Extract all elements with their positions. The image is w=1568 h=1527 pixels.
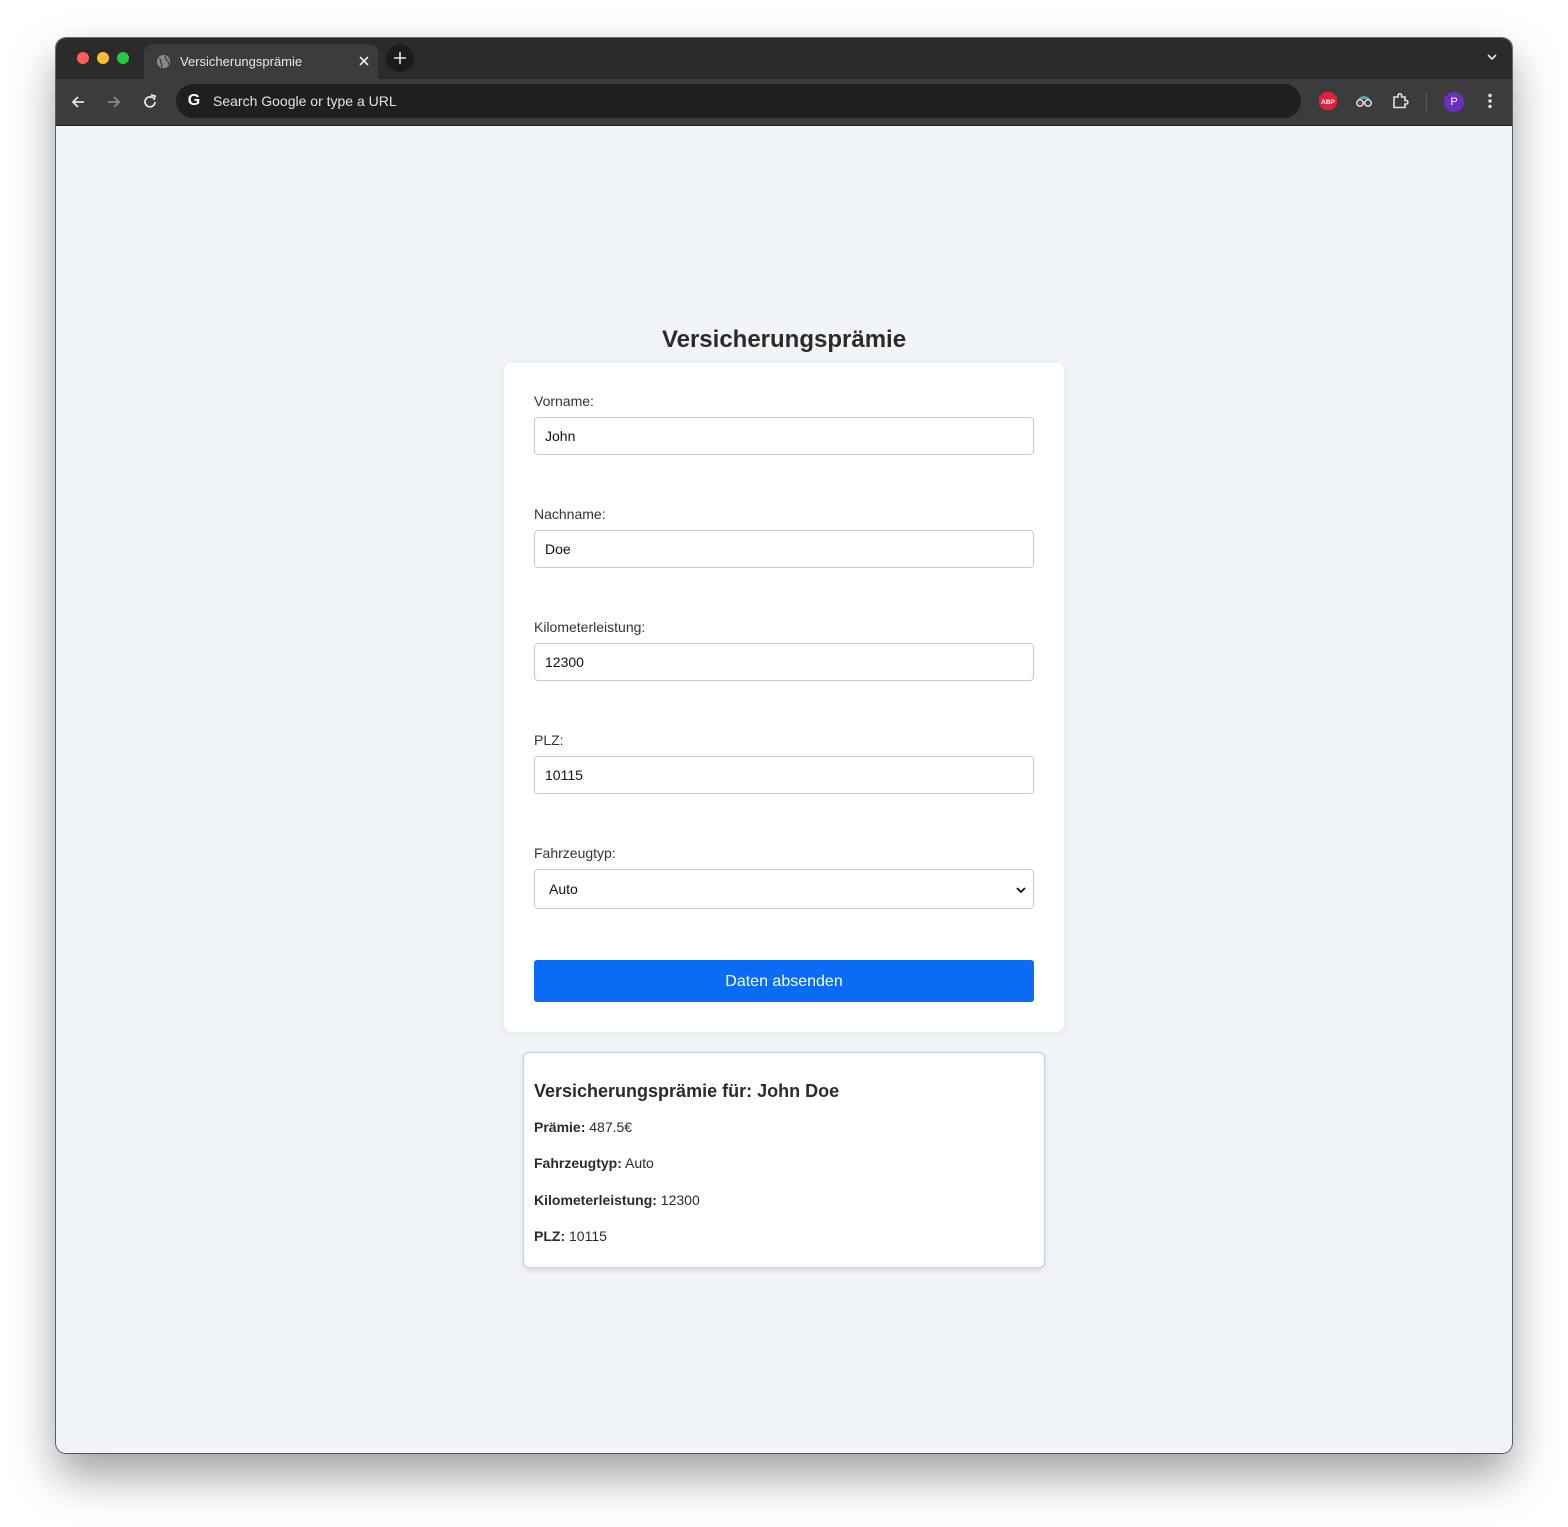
result-card: Versicherungsprämie für: John Doe Prämie… (523, 1052, 1045, 1268)
plus-icon (394, 52, 406, 64)
address-bar[interactable]: G Search Google or type a URL (176, 84, 1301, 118)
maximize-window-button[interactable] (117, 52, 129, 64)
reload-icon[interactable] (140, 92, 160, 112)
result-vehicle-type: Fahrzeugtyp: Auto (534, 1155, 654, 1171)
forward-arrow-icon[interactable] (104, 92, 124, 112)
result-premium: Prämie: 487.5€ (534, 1119, 632, 1135)
svg-text:ABP: ABP (1321, 99, 1335, 106)
browser-window: Versicherungsprämie G Search Google or t… (56, 38, 1512, 1453)
tab-title: Versicherungsprämie (180, 54, 303, 69)
vehicle-type-select[interactable]: Auto (534, 869, 1034, 909)
vehicle-type-selected: Auto (549, 881, 578, 897)
zip-label: PLZ: (534, 732, 564, 748)
last-name-input[interactable]: Doe (534, 530, 1034, 568)
tab-strip: Versicherungsprämie (56, 38, 1512, 79)
result-mileage-value: 12300 (660, 1192, 700, 1208)
profile-avatar[interactable]: P (1444, 92, 1464, 112)
globe-icon (156, 54, 171, 69)
close-icon[interactable] (357, 54, 371, 68)
chevron-down-icon[interactable] (1486, 51, 1498, 63)
more-menu-icon[interactable] (1480, 91, 1500, 111)
toolbar-divider (1426, 93, 1427, 111)
new-tab-button[interactable] (386, 44, 414, 72)
last-name-label: Nachname: (534, 506, 606, 522)
result-vehicle-type-value: Auto (625, 1155, 654, 1171)
result-zip: PLZ: 10115 (534, 1228, 607, 1244)
close-window-button[interactable] (77, 52, 89, 64)
extensions-puzzle-icon[interactable] (1390, 91, 1410, 111)
result-vehicle-type-label: Fahrzeugtyp: (534, 1155, 622, 1171)
result-mileage: Kilometerleistung: 12300 (534, 1192, 700, 1208)
first-name-input[interactable]: John (534, 417, 1034, 455)
spy-glasses-extension-icon[interactable] (1354, 91, 1374, 111)
first-name-label: Vorname: (534, 393, 594, 409)
page-content: Versicherungsprämie Vorname: John Nachna… (56, 126, 1512, 1453)
browser-toolbar: G Search Google or type a URL ABP P (56, 79, 1512, 126)
mileage-input[interactable]: 12300 (534, 643, 1034, 681)
result-premium-label: Prämie: (534, 1119, 586, 1135)
adblock-plus-icon[interactable]: ABP (1318, 91, 1338, 111)
result-mileage-label: Kilometerleistung: (534, 1192, 657, 1208)
insurance-form: Vorname: John Nachname: Doe Kilometerlei… (504, 363, 1064, 1032)
mileage-label: Kilometerleistung: (534, 619, 646, 635)
vehicle-type-label: Fahrzeugtyp: (534, 845, 616, 861)
result-zip-value: 10115 (569, 1228, 607, 1244)
address-bar-placeholder: Search Google or type a URL (213, 93, 397, 109)
result-title: Versicherungsprämie für: John Doe (534, 1081, 840, 1101)
result-zip-label: PLZ: (534, 1228, 566, 1244)
zip-input[interactable]: 10115 (534, 756, 1034, 794)
chevron-down-icon (1016, 887, 1026, 894)
google-g-icon: G (187, 92, 201, 109)
back-arrow-icon[interactable] (68, 92, 88, 112)
submit-button[interactable]: Daten absenden (534, 960, 1034, 1002)
minimize-window-button[interactable] (97, 52, 109, 64)
tab-versicherungspraemie[interactable]: Versicherungsprämie (144, 44, 378, 79)
result-premium-value: 487.5€ (589, 1119, 633, 1135)
page-title: Versicherungsprämie (661, 326, 907, 353)
